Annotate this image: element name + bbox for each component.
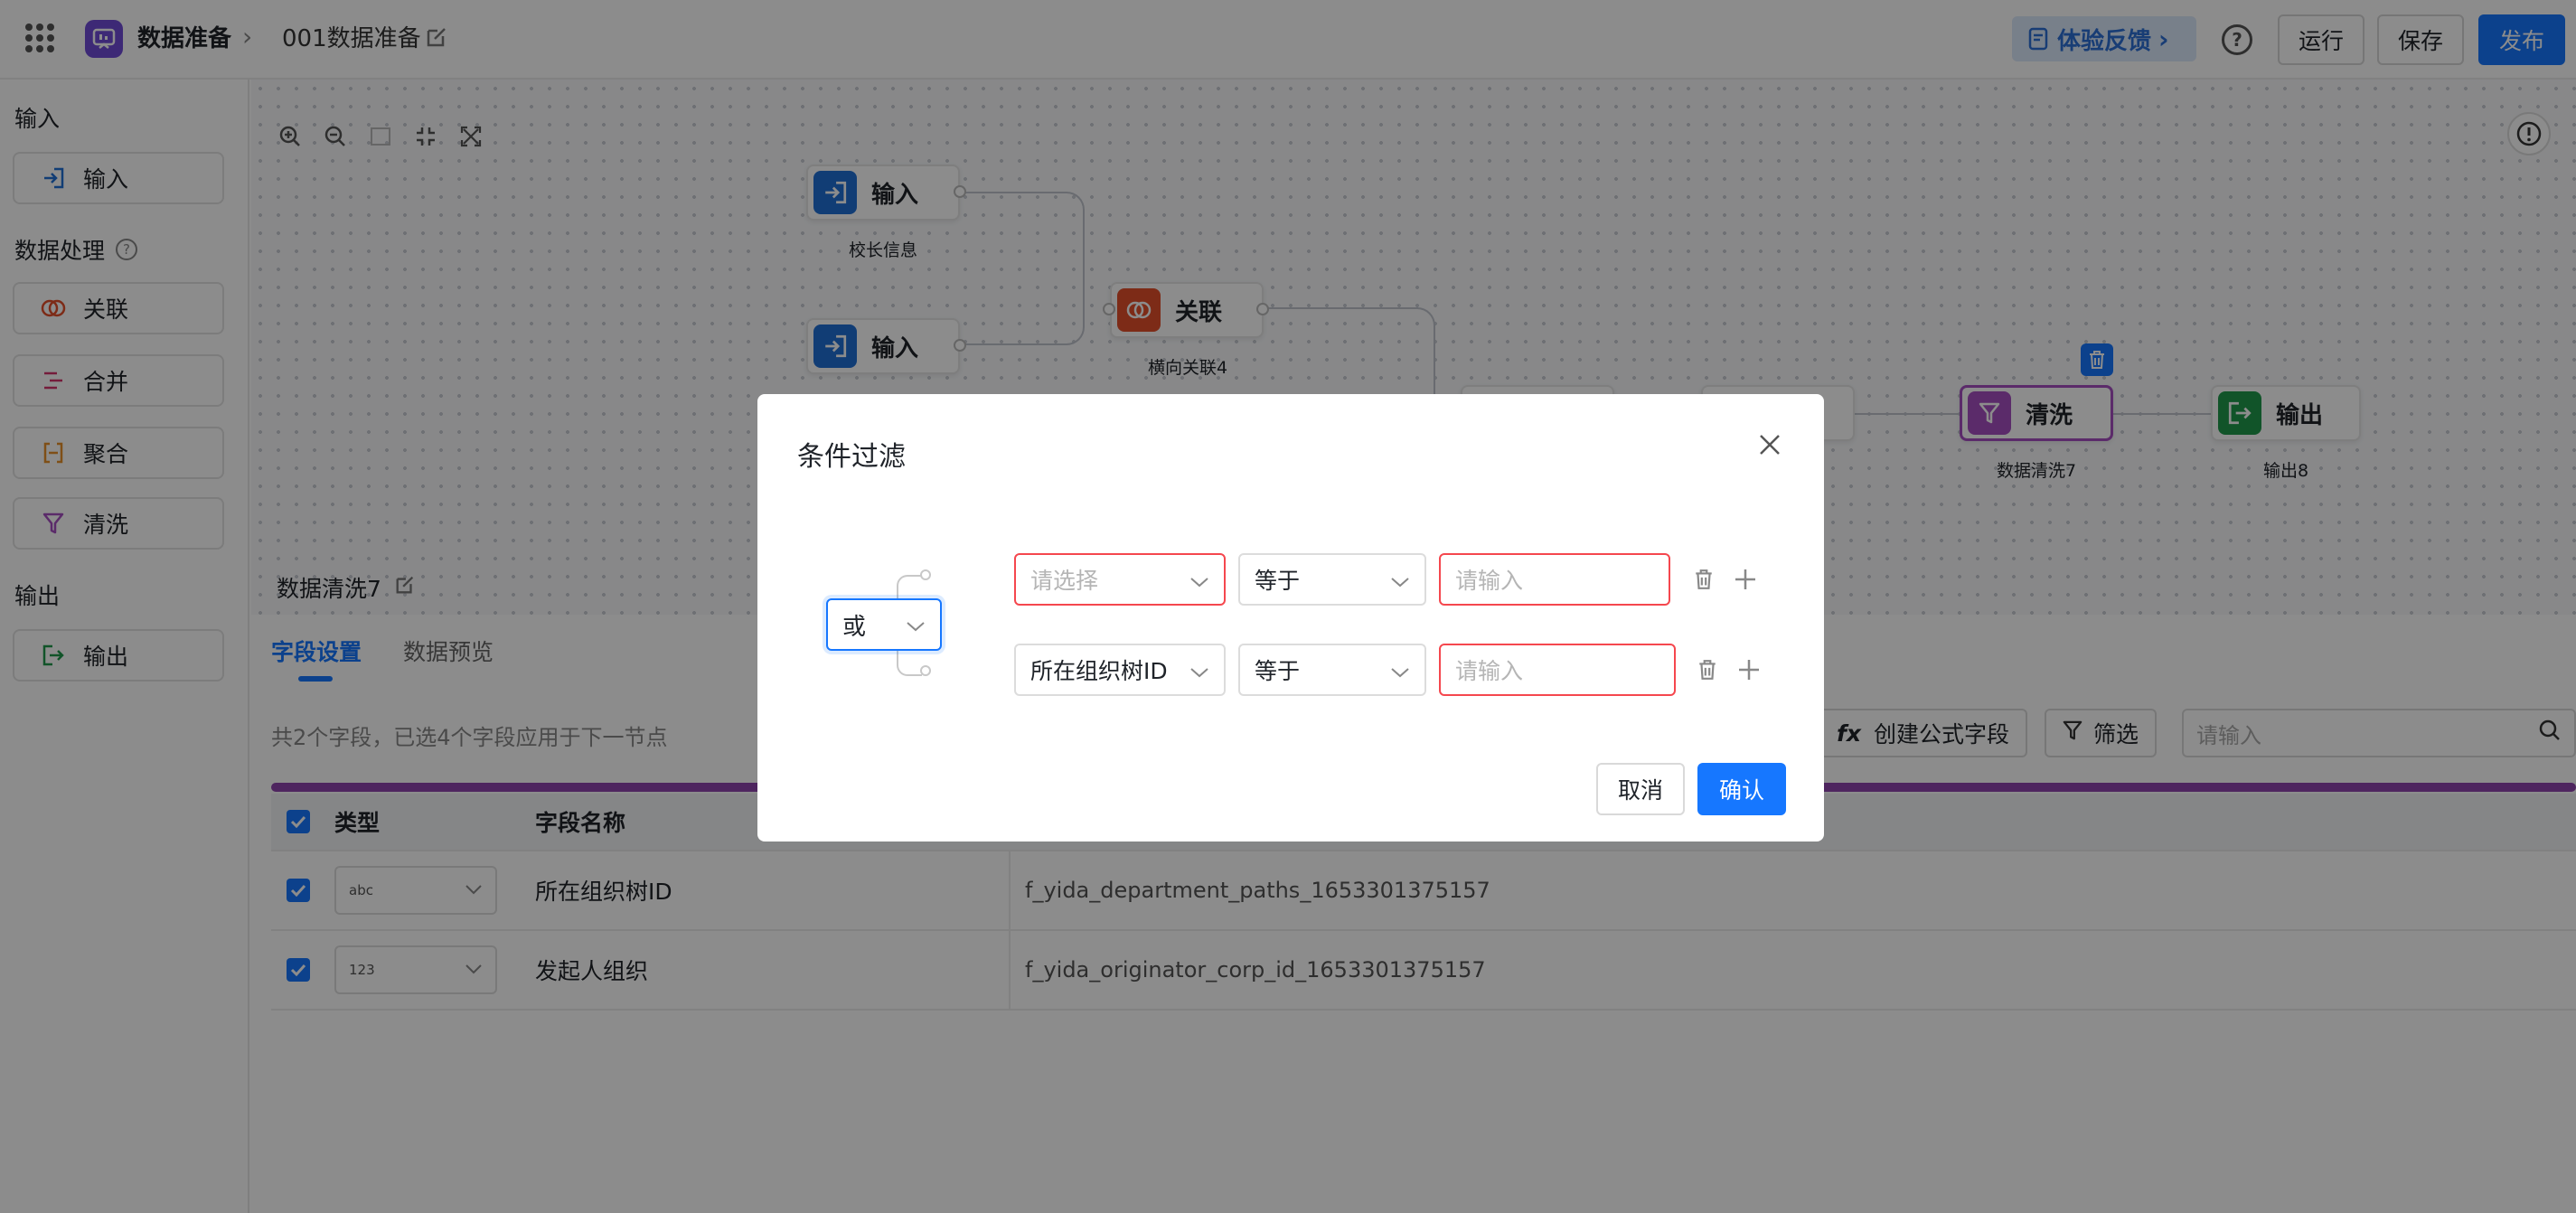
bracket-node [920, 569, 931, 580]
bracket-node [920, 665, 931, 676]
operator-value: 等于 [1255, 568, 1301, 594]
trash-icon[interactable] [1690, 566, 1717, 593]
add-icon[interactable] [1735, 656, 1763, 683]
logic-bracket-bottom [897, 649, 922, 676]
chevron-down-icon [1189, 567, 1209, 593]
trash-icon[interactable] [1694, 656, 1721, 683]
operator-value: 等于 [1255, 658, 1301, 684]
chevron-down-icon [1390, 657, 1410, 683]
condition-value-input[interactable]: 请输入 [1439, 553, 1670, 606]
field-value: 所在组织树ID [1030, 658, 1168, 684]
close-icon[interactable] [1757, 432, 1784, 459]
add-icon[interactable] [1732, 566, 1759, 593]
logic-value: 或 [842, 613, 867, 641]
condition-field-select[interactable]: 所在组织树ID [1014, 644, 1226, 696]
cancel-button[interactable]: 取消 [1596, 763, 1685, 815]
chevron-down-icon [1189, 657, 1209, 683]
chevron-down-icon [1390, 567, 1410, 593]
value-placeholder: 请输入 [1455, 658, 1524, 684]
condition-operator-select[interactable]: 等于 [1238, 644, 1426, 696]
condition-filter-dialog: 条件过滤 或 请选择 等于 请输入 所在组织树ID 等于 请输入 取消 确认 [757, 394, 1824, 842]
condition-field-select[interactable]: 请选择 [1014, 553, 1226, 606]
condition-value-input[interactable]: 请输入 [1439, 644, 1676, 696]
condition-operator-select[interactable]: 等于 [1238, 553, 1426, 606]
dialog-title: 条件过滤 [797, 441, 906, 473]
field-placeholder: 请选择 [1030, 568, 1099, 594]
confirm-button[interactable]: 确认 [1697, 763, 1786, 815]
logic-operator-select[interactable]: 或 [826, 598, 942, 651]
chevron-down-icon [906, 611, 926, 638]
value-placeholder: 请输入 [1455, 568, 1524, 594]
